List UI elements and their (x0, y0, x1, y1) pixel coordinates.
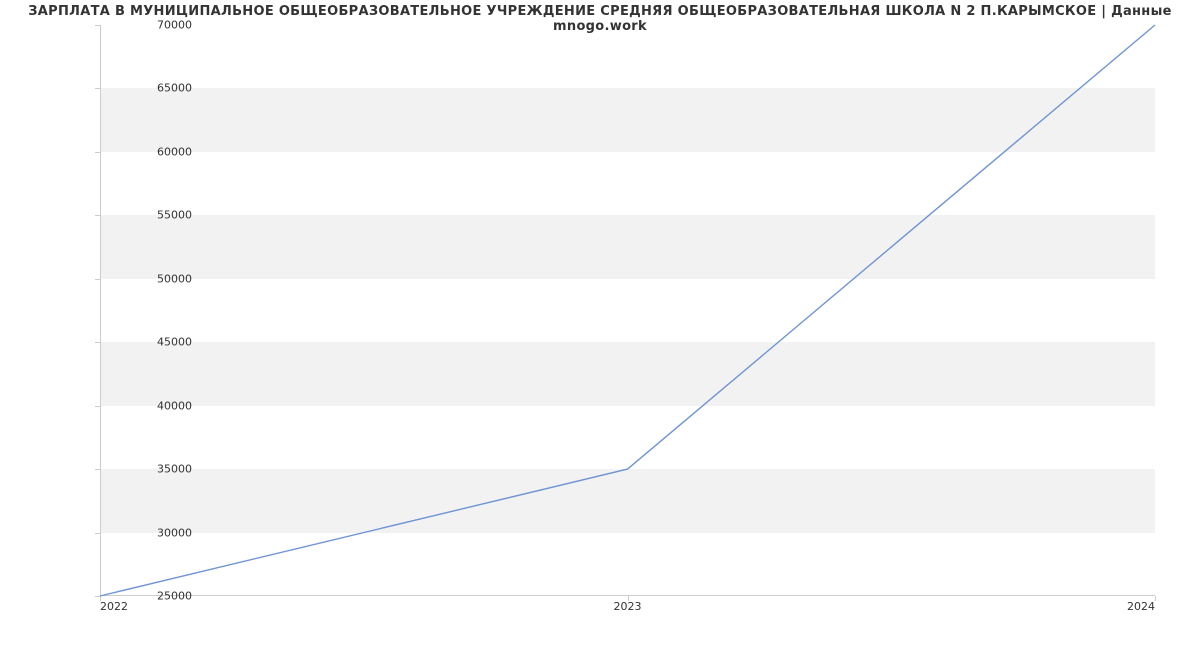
chart-container: ЗАРПЛАТА В МУНИЦИПАЛЬНОЕ ОБЩЕОБРАЗОВАТЕЛ… (0, 0, 1200, 650)
x-tick-label: 2023 (614, 600, 642, 613)
x-tick-label: 2024 (1127, 600, 1155, 613)
x-tick-mark (1155, 596, 1156, 601)
x-tick-mark (100, 596, 101, 601)
x-tick-mark (628, 596, 629, 601)
series-line (100, 25, 1155, 596)
x-tick-label: 2022 (100, 600, 128, 613)
series-layer (100, 25, 1155, 596)
plot-area: 25000 30000 35000 40000 45000 50000 5500… (100, 25, 1155, 596)
